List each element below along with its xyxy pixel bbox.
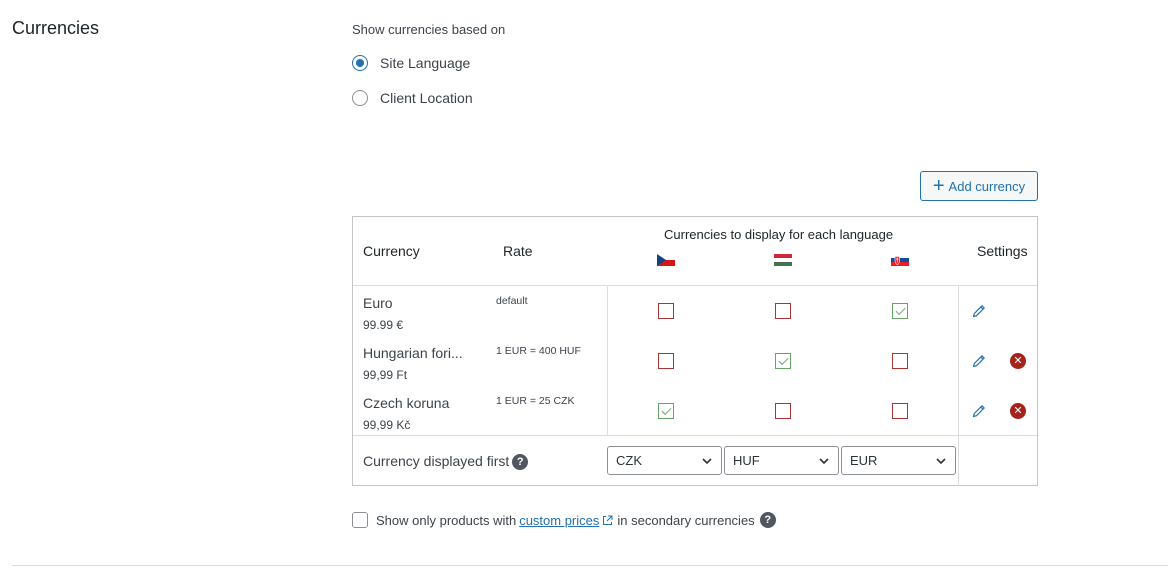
custom-prices-text-before: Show only products with <box>376 512 517 528</box>
czech-flag-icon <box>657 254 675 266</box>
hungary-flag-icon <box>774 254 792 266</box>
euro-slovak-checkbox[interactable] <box>892 303 908 319</box>
first-currency-select-slovak[interactable]: EUR <box>841 446 956 475</box>
czk-czech-checkbox[interactable] <box>658 403 674 419</box>
custom-prices-link[interactable]: custom prices <box>519 513 599 528</box>
slovakia-flag-icon <box>891 254 909 266</box>
help-icon[interactable]: ? <box>759 512 776 528</box>
chevron-down-icon <box>702 458 712 465</box>
first-currency-select-czech[interactable]: CZK <box>607 446 722 475</box>
radio-site-language[interactable]: Site Language <box>352 55 470 71</box>
custom-prices-option: Show only products with custom prices in… <box>352 512 776 528</box>
huf-czech-checkbox[interactable] <box>658 353 674 369</box>
huf-slovak-checkbox[interactable] <box>892 353 908 369</box>
row-czk-price: 99,99 Kč <box>363 418 411 432</box>
section-divider <box>12 565 1168 566</box>
edit-pencil-icon[interactable] <box>971 303 987 322</box>
external-link-icon <box>603 515 613 525</box>
row-czk-rate: 1 EUR = 25 CZK <box>496 395 575 407</box>
row-huf-name: Hungarian fori... <box>363 345 463 361</box>
plus-icon: + <box>932 175 945 197</box>
czk-slovak-checkbox[interactable] <box>892 403 908 419</box>
currency-first-label: Currency displayed first <box>363 453 510 469</box>
euro-czech-checkbox[interactable] <box>658 303 674 319</box>
custom-prices-text-after: in secondary currencies <box>617 512 755 528</box>
table-header: Currency Rate Currencies to display for … <box>353 217 1037 286</box>
row-huf-price: 99,99 Ft <box>363 368 408 382</box>
divider-languages-settings <box>958 286 959 435</box>
radio-client-location[interactable]: Client Location <box>352 90 473 106</box>
first-currency-select-hungarian[interactable]: HUF <box>724 446 839 475</box>
chevron-down-icon <box>936 458 946 465</box>
add-currency-label: Add currency <box>948 178 1026 194</box>
radio-client-location-control[interactable] <box>352 90 368 106</box>
header-currency: Currency <box>363 243 420 259</box>
czk-hungarian-checkbox[interactable] <box>775 403 791 419</box>
select-value: HUF <box>733 453 760 468</box>
header-rate: Rate <box>503 243 533 259</box>
row-huf-rate: 1 EUR = 400 HUF <box>496 345 581 357</box>
radio-site-language-control[interactable] <box>352 55 368 71</box>
select-value: CZK <box>616 453 642 468</box>
row-euro-price: 99.99 € <box>363 318 404 332</box>
currency-first-label-wrap: Currency displayed first? <box>363 453 529 471</box>
edit-pencil-icon[interactable] <box>971 403 987 422</box>
header-settings: Settings <box>977 243 1028 259</box>
euro-hungarian-checkbox[interactable] <box>775 303 791 319</box>
section-title: Currencies <box>12 18 100 38</box>
radio-site-language-label: Site Language <box>380 55 471 71</box>
radio-client-location-label: Client Location <box>380 90 473 106</box>
add-currency-button[interactable]: + Add currency <box>920 171 1038 201</box>
huf-hungarian-checkbox[interactable] <box>775 353 791 369</box>
currency-displayed-first-row: Currency displayed first? CZK HUF EUR <box>353 435 1037 486</box>
row-euro-name: Euro <box>363 295 393 311</box>
chevron-down-icon <box>819 458 829 465</box>
currencies-table: Currency Rate Currencies to display for … <box>352 216 1038 486</box>
footer-divider <box>958 436 959 486</box>
help-icon[interactable]: ? <box>512 454 529 471</box>
row-euro-rate: default <box>496 295 528 307</box>
delete-icon[interactable]: ✕ <box>1010 403 1026 419</box>
row-czk-name: Czech koruna <box>363 395 450 411</box>
custom-prices-checkbox[interactable] <box>352 512 368 528</box>
header-per-language: Currencies to display for each language <box>664 227 894 242</box>
divider-rate-languages <box>607 286 608 435</box>
based-on-label: Show currencies based on <box>352 22 506 37</box>
select-value: EUR <box>850 453 878 468</box>
edit-pencil-icon[interactable] <box>971 353 987 372</box>
delete-icon[interactable]: ✕ <box>1010 353 1026 369</box>
